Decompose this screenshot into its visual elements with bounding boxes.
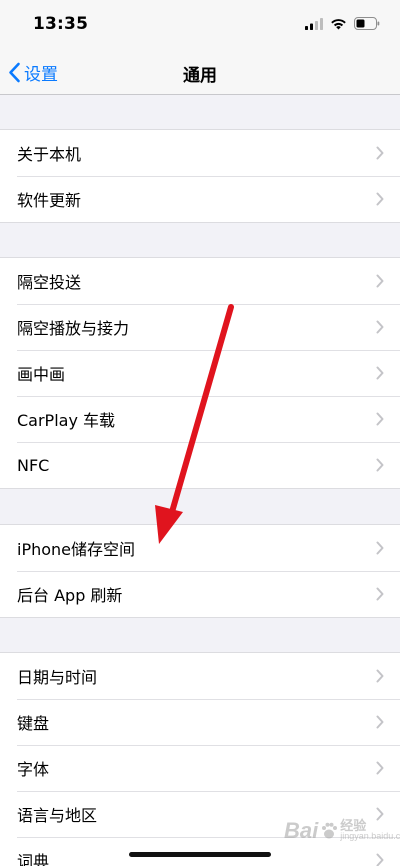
- chevron-right-icon: [376, 541, 384, 555]
- wifi-icon: [331, 18, 346, 29]
- row-label: iPhone储存空间: [17, 540, 136, 559]
- row-keyboard[interactable]: 键盘: [0, 699, 400, 745]
- watermark: Bai 经验 jingyan.baidu.com: [284, 818, 400, 844]
- row-airplay-handoff[interactable]: 隔空播放与接力: [0, 304, 400, 350]
- row-label: 字体: [17, 760, 50, 779]
- chevron-right-icon: [376, 146, 384, 160]
- row-label: NFC: [17, 455, 50, 475]
- chevron-right-icon: [376, 458, 384, 472]
- chevron-right-icon: [376, 587, 384, 601]
- chevron-right-icon: [376, 274, 384, 288]
- row-about[interactable]: 关于本机: [0, 130, 400, 176]
- row-carplay[interactable]: CarPlay 车载: [0, 396, 400, 442]
- row-label: 词典: [17, 852, 50, 866]
- settings-group-connectivity: 隔空投送 隔空播放与接力 画中画 CarPlay 车载 NFC: [0, 257, 400, 489]
- row-iphone-storage[interactable]: iPhone储存空间: [0, 525, 400, 571]
- row-picture-in-picture[interactable]: 画中画: [0, 350, 400, 396]
- navigation-bar: 设置 通用: [0, 50, 400, 95]
- chevron-right-icon: [376, 192, 384, 206]
- home-indicator[interactable]: [129, 852, 271, 857]
- row-background-app-refresh[interactable]: 后台 App 刷新: [0, 571, 400, 617]
- chevron-right-icon: [376, 366, 384, 380]
- watermark-text: 经验: [340, 818, 367, 833]
- status-time: 13:35: [33, 14, 89, 34]
- row-label: 隔空投送: [17, 273, 82, 292]
- chevron-right-icon: [376, 412, 384, 426]
- chevron-right-icon: [376, 669, 384, 683]
- battery-icon: [354, 17, 380, 30]
- status-bar: 13:35: [0, 0, 400, 50]
- row-date-time[interactable]: 日期与时间: [0, 653, 400, 699]
- settings-group-about: 关于本机 软件更新: [0, 129, 400, 223]
- watermark-logo: Bai: [284, 818, 319, 843]
- row-fonts[interactable]: 字体: [0, 745, 400, 791]
- row-label: 软件更新: [17, 191, 82, 210]
- row-label: 画中画: [17, 365, 66, 384]
- page-title: 通用: [183, 66, 217, 86]
- signal-icon: [305, 17, 323, 30]
- watermark-url: jingyan.baidu.com: [340, 831, 400, 841]
- chevron-right-icon: [376, 320, 384, 334]
- status-icons: [305, 17, 380, 30]
- row-label: CarPlay 车载: [17, 411, 116, 430]
- chevron-right-icon: [376, 761, 384, 775]
- row-label: 日期与时间: [17, 668, 98, 687]
- paw-icon: [322, 822, 338, 839]
- row-label: 隔空播放与接力: [17, 319, 130, 338]
- row-label: 后台 App 刷新: [17, 586, 123, 605]
- settings-group-storage: iPhone储存空间 后台 App 刷新: [0, 524, 400, 618]
- row-nfc[interactable]: NFC: [0, 442, 400, 488]
- chevron-right-icon: [376, 853, 384, 866]
- row-software-update[interactable]: 软件更新: [0, 176, 400, 222]
- chevron-right-icon: [376, 715, 384, 729]
- row-label: 语言与地区: [17, 806, 98, 825]
- row-airdrop[interactable]: 隔空投送: [0, 258, 400, 304]
- row-label: 键盘: [17, 714, 50, 733]
- row-label: 关于本机: [17, 145, 82, 164]
